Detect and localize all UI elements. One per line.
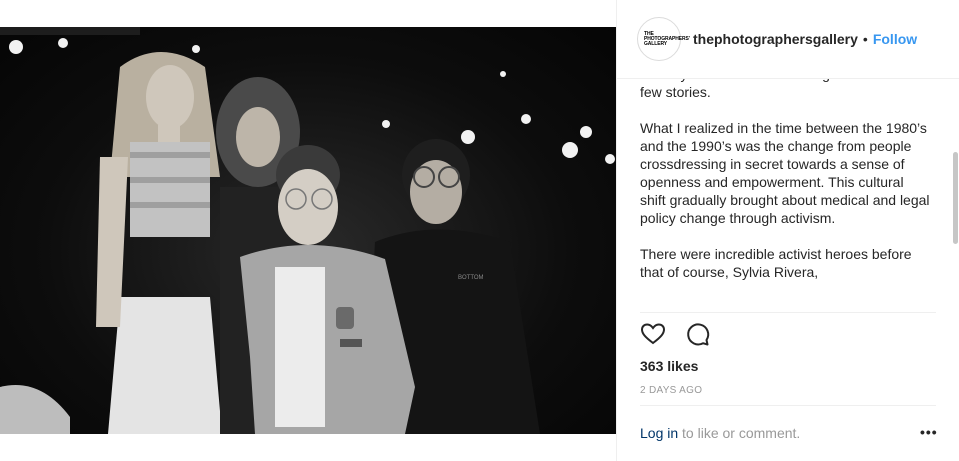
person-left	[96, 52, 222, 434]
light-spot	[562, 142, 578, 158]
light-spot	[58, 38, 68, 48]
bottom-margin	[0, 434, 616, 461]
post-date: 2 DAYS AGO	[640, 385, 703, 396]
caption-paragraph: There were incredible activist heroes be…	[640, 246, 912, 280]
caption-fade	[640, 304, 932, 312]
username-link[interactable]: thephotographersgallery	[693, 31, 858, 47]
shirt-text: BOTTOM	[458, 275, 484, 281]
login-link[interactable]: Log in	[640, 425, 678, 441]
heart-icon[interactable]	[639, 320, 667, 348]
light-spot	[9, 40, 23, 54]
top-margin	[0, 0, 616, 27]
photo-scene: BOTTOM	[0, 27, 615, 434]
post-header: THE PHOTOGRAPHERS' GALLERY thephotograph…	[617, 0, 959, 79]
light-spot	[382, 120, 390, 128]
car-hood	[0, 385, 70, 434]
login-prompt-text: to like or comment.	[678, 425, 801, 441]
light-spot	[192, 45, 200, 53]
avatar[interactable]: THE PHOTOGRAPHERS' GALLERY	[637, 17, 690, 61]
action-bar	[639, 320, 711, 348]
post-photo[interactable]: BOTTOM	[0, 27, 616, 434]
separator-dot: •	[862, 31, 868, 47]
caption-scrollbar[interactable]	[953, 152, 958, 244]
actions-divider	[640, 312, 936, 313]
more-options-icon[interactable]: •••	[920, 424, 938, 440]
light-spot	[605, 154, 615, 164]
caption-paragraph: What I realized in the time between the …	[640, 120, 930, 226]
footer-divider	[640, 405, 936, 406]
avatar-logo-text: THE PHOTOGRAPHERS' GALLERY	[644, 30, 690, 47]
light-spot	[521, 114, 531, 124]
comment-icon[interactable]	[683, 320, 711, 348]
light-spot	[500, 71, 506, 77]
like-count[interactable]: 363 likes	[640, 358, 698, 374]
post-side-panel: THE PHOTOGRAPHERS' GALLERY thephotograph…	[617, 0, 959, 461]
light-spot	[580, 126, 592, 138]
login-prompt: Log in to like or comment.	[640, 425, 800, 441]
follow-button[interactable]: Follow	[873, 31, 917, 47]
light-spot	[461, 130, 475, 144]
caption-text: Sunday as I learn about Instagram and te…	[640, 74, 932, 312]
